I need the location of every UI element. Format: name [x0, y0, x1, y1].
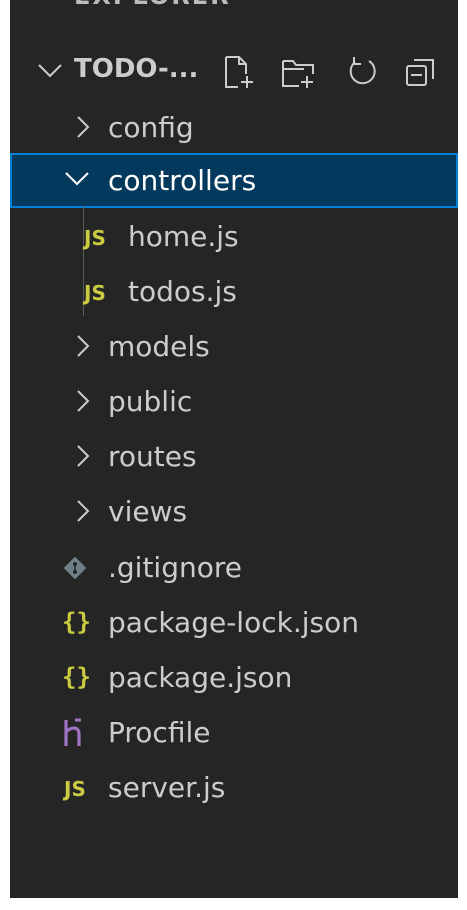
tree-item-label: routes	[108, 440, 197, 473]
json-file-icon: {}	[62, 663, 91, 691]
explorer-sidebar: EXPLORER TODO-...	[10, 0, 458, 898]
tree-item-procfile[interactable]: Procfile	[10, 705, 458, 760]
git-icon	[63, 556, 87, 580]
collapse-all-icon[interactable]	[403, 54, 439, 90]
tree-item-label: public	[108, 385, 193, 418]
tree-item-label: controllers	[108, 164, 257, 197]
refresh-icon[interactable]	[345, 54, 381, 90]
chevron-right-icon	[77, 500, 90, 522]
tree-item-label: views	[108, 495, 188, 528]
chevron-right-icon	[77, 116, 90, 138]
tree-item-label: home.js	[128, 220, 239, 253]
tree-item-gitignore[interactable]: .gitignore	[10, 540, 458, 595]
chevron-down-icon[interactable]	[36, 58, 64, 82]
tree-item-label: package-lock.json	[108, 606, 359, 639]
tree-item-label: config	[108, 111, 194, 144]
new-folder-icon[interactable]	[280, 54, 316, 90]
chevron-down-icon	[65, 172, 89, 186]
explorer-title: EXPLORER	[74, 0, 231, 10]
tree-item-views[interactable]: views	[10, 484, 458, 539]
folder-header[interactable]: TODO-...	[10, 44, 458, 96]
chevron-right-icon	[77, 335, 90, 357]
tree-item-package-lock-json[interactable]: {} package-lock.json	[10, 595, 458, 650]
javascript-file-icon: JS	[84, 226, 106, 250]
heroku-icon	[64, 718, 81, 746]
tree-item-label: server.js	[108, 771, 226, 804]
tree-item-models[interactable]: models	[10, 319, 458, 374]
tree-item-controllers[interactable]: controllers	[10, 153, 458, 208]
javascript-file-icon: JS	[64, 777, 86, 801]
tree-item-server-js[interactable]: JS server.js	[10, 760, 458, 815]
tree-item-public[interactable]: public	[10, 374, 458, 429]
tree-item-routes[interactable]: routes	[10, 429, 458, 484]
new-file-icon[interactable]	[220, 54, 256, 90]
tree-item-package-json[interactable]: {} package.json	[10, 650, 458, 705]
tree-item-label: todos.js	[128, 275, 237, 308]
chevron-right-icon	[77, 390, 90, 412]
tree-item-home-js[interactable]: JS home.js	[10, 209, 458, 264]
screenshot-frame: EXPLORER TODO-...	[0, 0, 467, 910]
tree-item-todos-js[interactable]: JS todos.js	[10, 264, 458, 319]
tree-item-label: Procfile	[108, 716, 211, 749]
tree-item-label: package.json	[108, 661, 293, 694]
tree-item-label: models	[108, 330, 210, 363]
tree-item-label: .gitignore	[108, 551, 242, 584]
tree-item-config[interactable]: config	[10, 100, 458, 155]
chevron-right-icon	[77, 445, 90, 467]
javascript-file-icon: JS	[84, 281, 106, 305]
json-file-icon: {}	[62, 608, 91, 636]
workspace-folder-name: TODO-...	[74, 54, 199, 84]
